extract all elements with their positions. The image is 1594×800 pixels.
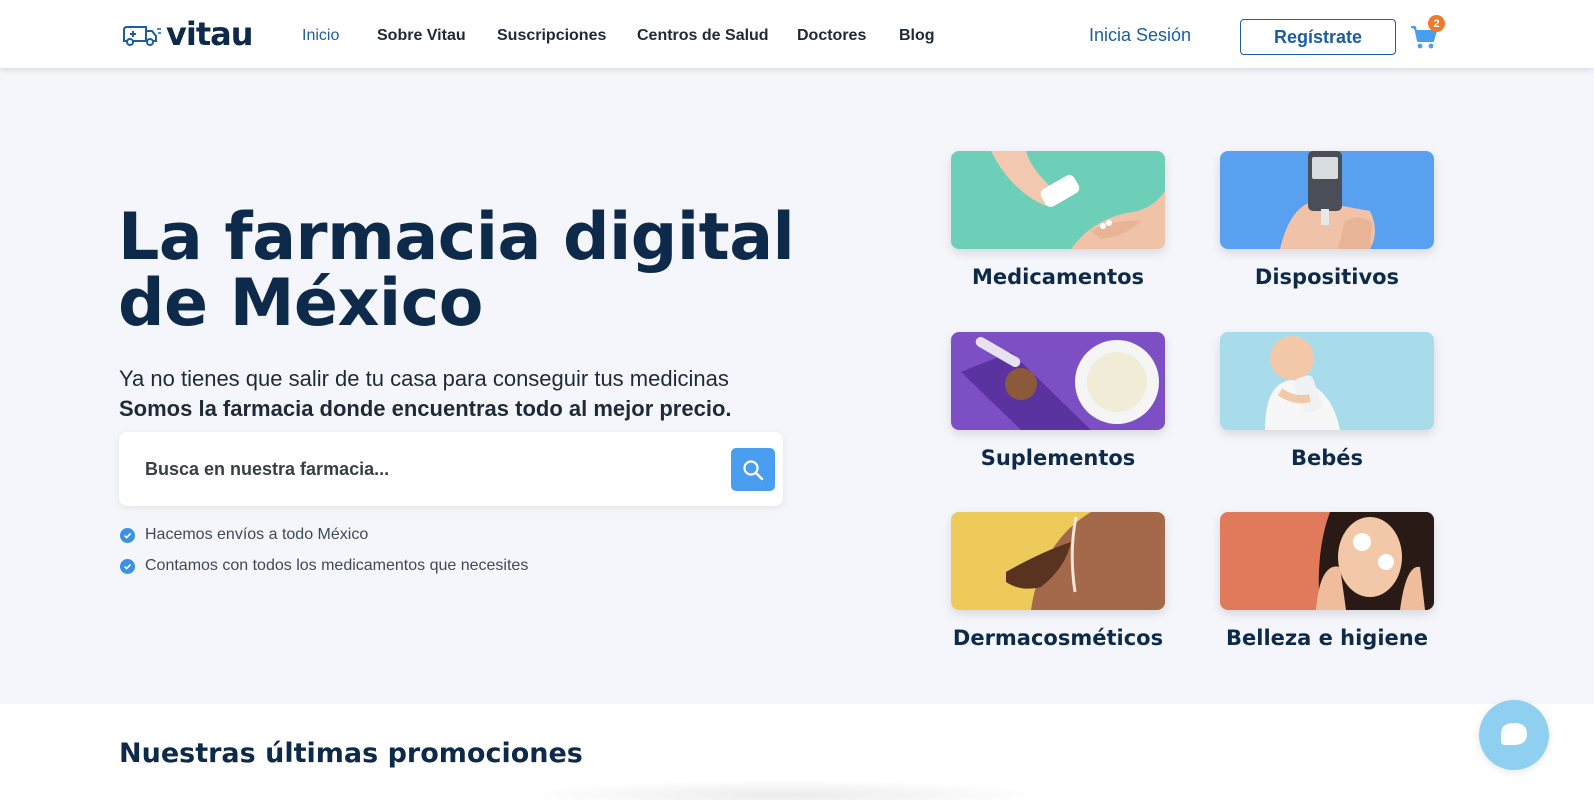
chat-bubble-icon (1501, 723, 1527, 745)
register-button[interactable]: Regístrate (1240, 19, 1396, 55)
category-dispositivos[interactable]: Dispositivos (1220, 151, 1434, 289)
category-label: Bebés (1290, 446, 1364, 470)
supplement-powder-image (951, 332, 1165, 430)
category-label: Suplementos (980, 446, 1136, 470)
site-header: vitau Inicio Sobre Vitau Suscripciones C… (0, 0, 1594, 68)
category-label: Dispositivos (1254, 265, 1400, 289)
search-icon (743, 459, 764, 480)
feature-item-shipping: Hacemos envíos a todo México (120, 526, 368, 544)
glucose-meter-image (1220, 151, 1434, 249)
nav-item-blog[interactable]: Blog (899, 27, 935, 45)
face-wash-image (1220, 512, 1434, 610)
baby-bottle-image (1220, 332, 1434, 430)
hero-title-line-1: La farmacia digital (118, 200, 795, 275)
feature-text: Contamos con todos los medicamentos que … (145, 557, 529, 574)
chat-button[interactable] (1479, 700, 1549, 770)
category-label: Medicamentos (971, 265, 1145, 289)
check-circle-icon (120, 558, 135, 574)
nav-item-centros-de-salud[interactable]: Centros de Salud (637, 27, 769, 45)
cart-count-badge: 2 (1428, 15, 1445, 32)
feature-text: Hacemos envíos a todo México (145, 526, 369, 543)
check-circle-icon (120, 527, 135, 543)
category-label: Belleza e higiene (1226, 626, 1428, 650)
nav-item-doctores[interactable]: Doctores (797, 27, 866, 45)
medicine-pills-image (951, 151, 1165, 249)
nav-item-sobre-vitau[interactable]: Sobre Vitau (377, 27, 466, 45)
category-bebes[interactable]: Bebés (1220, 332, 1434, 470)
promotions-section: Nuestras últimas promociones (0, 704, 1594, 800)
category-label: Dermacosméticos (952, 626, 1164, 650)
hero-title: La farmacia digital de México (118, 205, 878, 337)
feature-item-medicines: Contamos con todos los medicamentos que … (120, 557, 528, 575)
category-medicamentos[interactable]: Medicamentos (951, 151, 1165, 289)
hero-subtitle: Ya no tienes que salir de tu casa para c… (119, 366, 729, 391)
hero-title-line-2: de México (118, 266, 483, 341)
nav-item-suscripciones[interactable]: Suscripciones (497, 27, 606, 45)
skin-cream-image (951, 512, 1165, 610)
category-belleza-e-higiene[interactable]: Belleza e higiene (1220, 512, 1434, 650)
search-box (119, 432, 783, 506)
category-dermacosmeticos[interactable]: Dermacosméticos (951, 512, 1165, 650)
promo-carousel-edge (520, 780, 1050, 800)
search-button[interactable] (731, 448, 775, 491)
login-link[interactable]: Inicia Sesión (1089, 25, 1191, 46)
promotions-title: Nuestras últimas promociones (119, 738, 583, 769)
hero-subtitle-bold: Somos la farmacia donde encuentras todo … (119, 396, 732, 421)
category-suplementos[interactable]: Suplementos (951, 332, 1165, 470)
nav-item-inicio[interactable]: Inicio (302, 27, 339, 45)
search-input[interactable] (145, 454, 705, 484)
